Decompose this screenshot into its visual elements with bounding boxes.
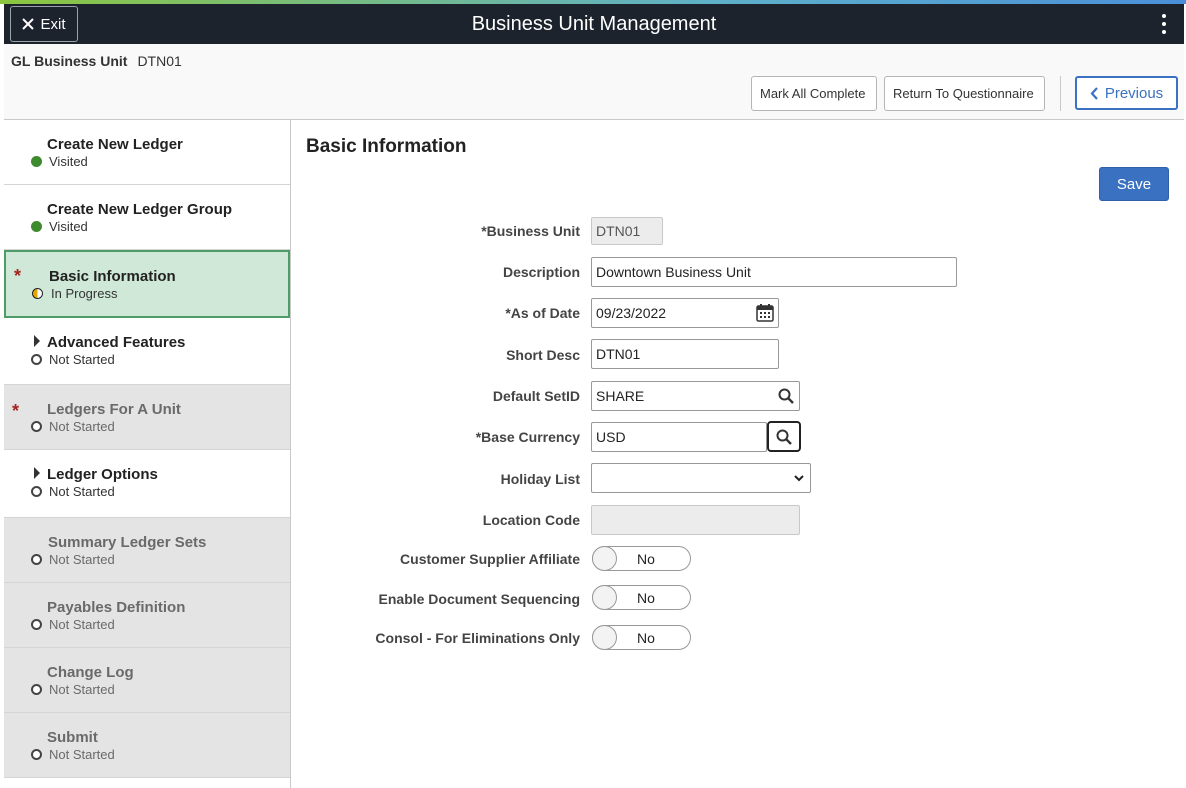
as-of-date-label: *As of Date	[505, 305, 580, 321]
business-unit-field: DTN01	[591, 217, 663, 245]
default-setid-label: Default SetID	[492, 388, 580, 404]
title-bar: Exit Business Unit Management	[4, 4, 1184, 44]
not-started-status-icon	[31, 354, 42, 365]
visited-status-icon	[31, 221, 42, 232]
short-desc-label: Short Desc	[506, 347, 580, 363]
previous-button[interactable]: Previous	[1075, 76, 1178, 110]
visited-status-icon	[31, 156, 42, 167]
step-title: Basic Information	[49, 268, 176, 285]
exit-label: Exit	[40, 15, 66, 33]
toggle-knob	[592, 546, 617, 571]
location-code-field	[591, 505, 800, 535]
business-unit-context: GL Business Unit DTN01	[11, 53, 182, 69]
exit-button[interactable]: Exit	[10, 6, 78, 42]
step-title: Submit	[47, 729, 98, 746]
location-code-label: Location Code	[482, 512, 580, 528]
step-navigation: Create New Ledger Visited Create New Led…	[4, 120, 291, 788]
business-unit-value: DTN01	[137, 53, 182, 69]
consol-for-eliminations-only-toggle[interactable]: No	[592, 625, 691, 650]
consol-for-eliminations-only-label: Consol - For Eliminations Only	[375, 630, 580, 646]
customer-supplier-affiliate-label: Customer Supplier Affiliate	[400, 551, 580, 567]
step-status: In Progress	[51, 286, 118, 301]
not-started-status-icon	[31, 619, 42, 630]
step-status: Not Started	[49, 617, 115, 632]
as-of-date-input[interactable]: 09/23/2022	[591, 298, 779, 328]
step-advanced-features[interactable]: Advanced Features Not Started	[4, 318, 290, 385]
not-started-status-icon	[31, 684, 42, 695]
default-setid-value: SHARE	[596, 388, 645, 404]
toggle-knob	[592, 625, 617, 650]
caret-right-icon[interactable]	[34, 467, 40, 479]
more-options-icon[interactable]	[1156, 12, 1172, 36]
header-divider	[1060, 76, 1061, 111]
step-title: Ledgers For A Unit	[47, 401, 181, 418]
enable-document-sequencing-toggle[interactable]: No	[592, 585, 691, 610]
base-currency-input[interactable]: USD	[591, 422, 767, 452]
step-ledgers-for-a-unit[interactable]: * Ledgers For A Unit Not Started	[4, 385, 290, 450]
subheader: GL Business Unit DTN01 Mark All Complete …	[4, 44, 1184, 120]
step-create-new-ledger[interactable]: Create New Ledger Visited	[4, 120, 290, 185]
previous-label: Previous	[1104, 84, 1164, 102]
calendar-icon[interactable]	[755, 303, 775, 323]
toggle-value: No	[637, 630, 655, 646]
default-setid-input[interactable]: SHARE	[591, 381, 800, 411]
toggle-value: No	[637, 590, 655, 606]
search-icon	[776, 429, 792, 445]
close-icon	[22, 18, 35, 30]
step-title: Payables Definition	[47, 599, 186, 616]
toggle-value: No	[637, 551, 655, 567]
main-content: Basic Information Save *Business Unit DT…	[291, 120, 1186, 788]
step-status: Not Started	[49, 552, 115, 567]
step-summary-ledger-sets[interactable]: Summary Ledger Sets Not Started	[4, 518, 290, 583]
step-title: Summary Ledger Sets	[48, 534, 207, 551]
step-status: Visited	[49, 154, 88, 169]
business-unit-label: GL Business Unit	[11, 53, 128, 69]
step-title: Change Log	[47, 664, 134, 681]
business-unit-label: *Business Unit	[481, 223, 580, 239]
not-started-status-icon	[31, 486, 42, 497]
base-currency-label: *Base Currency	[475, 429, 580, 445]
step-ledger-options[interactable]: Ledger Options Not Started	[4, 450, 290, 518]
step-submit[interactable]: Submit Not Started	[4, 713, 290, 778]
step-status: Not Started	[49, 352, 115, 367]
step-status: Not Started	[49, 419, 115, 434]
step-status: Not Started	[49, 484, 115, 499]
search-icon[interactable]	[777, 387, 795, 405]
step-create-new-ledger-group[interactable]: Create New Ledger Group Visited	[4, 185, 290, 250]
short-desc-input[interactable]: DTN01	[591, 339, 779, 369]
step-title: Advanced Features	[47, 334, 186, 351]
enable-document-sequencing-label: Enable Document Sequencing	[378, 591, 580, 607]
step-title: Create New Ledger Group	[47, 201, 233, 218]
description-input[interactable]: Downtown Business Unit	[591, 257, 957, 287]
step-change-log[interactable]: Change Log Not Started	[4, 648, 290, 713]
page-title: Business Unit Management	[471, 13, 717, 35]
holiday-list-label: Holiday List	[500, 471, 580, 487]
required-marker-icon: *	[12, 401, 20, 421]
step-status: Not Started	[49, 747, 115, 762]
holiday-list-select[interactable]	[591, 463, 811, 493]
not-started-status-icon	[31, 749, 42, 760]
as-of-date-value: 09/23/2022	[596, 305, 667, 321]
base-currency-lookup-button[interactable]	[767, 421, 801, 452]
step-title: Create New Ledger	[47, 136, 183, 153]
not-started-status-icon	[31, 554, 42, 565]
chevron-left-icon	[1090, 86, 1098, 100]
step-title: Ledger Options	[47, 466, 158, 483]
description-label: Description	[502, 264, 580, 280]
mark-all-complete-button[interactable]: Mark All Complete	[751, 76, 877, 111]
step-basic-information[interactable]: * Basic Information In Progress	[4, 250, 290, 318]
toggle-knob	[592, 585, 617, 610]
customer-supplier-affiliate-toggle[interactable]: No	[592, 546, 691, 571]
not-started-status-icon	[31, 421, 42, 432]
chevron-down-icon	[794, 475, 804, 482]
save-button[interactable]: Save	[1099, 167, 1169, 201]
required-marker-icon: *	[14, 266, 22, 286]
step-status: Visited	[49, 219, 88, 234]
return-to-questionnaire-button[interactable]: Return To Questionnaire	[884, 76, 1045, 111]
step-status: Not Started	[49, 682, 115, 697]
caret-right-icon[interactable]	[34, 335, 40, 347]
in-progress-status-icon	[32, 288, 43, 299]
section-title: Basic Information	[306, 136, 467, 157]
step-payables-definition[interactable]: Payables Definition Not Started	[4, 583, 290, 648]
